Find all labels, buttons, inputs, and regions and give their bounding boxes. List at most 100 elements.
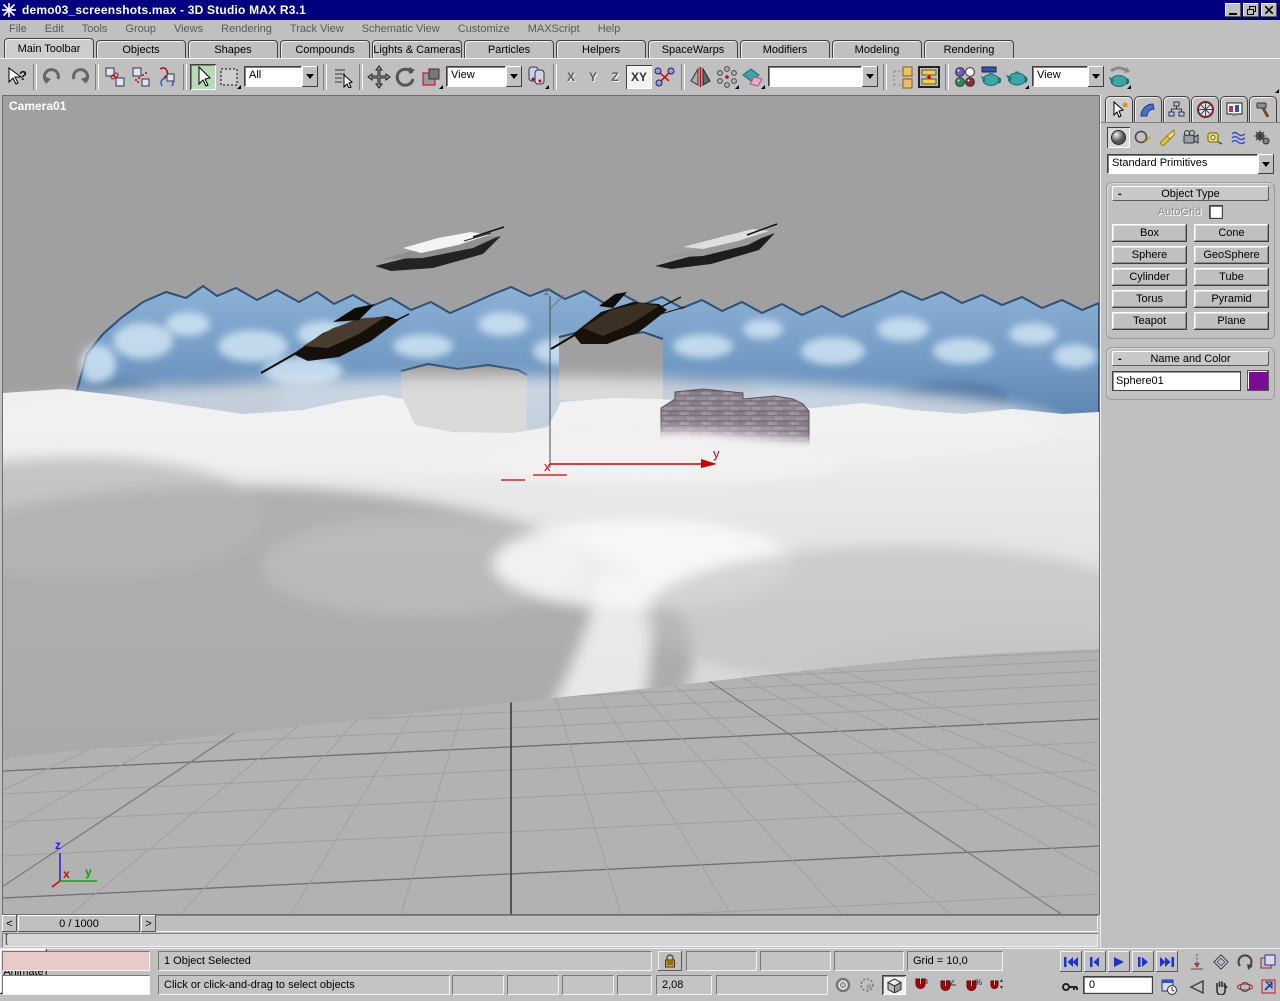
tab-compounds[interactable]: Compounds — [280, 40, 370, 58]
undo-button[interactable] — [40, 64, 66, 90]
material-editor-button[interactable] — [952, 64, 978, 90]
box-button[interactable]: Box — [1112, 224, 1187, 242]
dropdown-arrow-icon[interactable] — [506, 66, 522, 87]
track-bar[interactable]: [ — [2, 933, 1098, 947]
name-color-rollout-header[interactable]: - Name and Color — [1112, 351, 1269, 366]
render-scene-button[interactable] — [978, 64, 1004, 90]
dolly-camera-button[interactable] — [1186, 951, 1208, 972]
unlink-button[interactable] — [128, 64, 154, 90]
dropdown-arrow-icon[interactable] — [862, 66, 878, 87]
restore-button[interactable] — [1243, 3, 1259, 17]
next-frame-button[interactable] — [1132, 951, 1154, 972]
play-button[interactable] — [1108, 951, 1130, 972]
category-helpers[interactable] — [1203, 127, 1226, 148]
select-link-button[interactable] — [102, 64, 128, 90]
autogrid-checkbox[interactable] — [1209, 205, 1223, 219]
coordinate-y-field[interactable] — [760, 951, 831, 971]
object-color-swatch[interactable] — [1247, 370, 1269, 391]
region-select-button[interactable] — [216, 64, 242, 90]
tab-motion[interactable] — [1191, 96, 1219, 122]
redo-button[interactable] — [66, 64, 92, 90]
render-type-dropdown[interactable]: View — [1032, 66, 1104, 87]
tab-hierarchy[interactable] — [1163, 96, 1191, 122]
track-view-button[interactable] — [890, 64, 916, 90]
time-configuration-button[interactable] — [1158, 976, 1180, 997]
sphere-button[interactable]: Sphere — [1112, 246, 1187, 264]
mirror-button[interactable] — [688, 64, 714, 90]
maxscript-listener-pink[interactable] — [2, 951, 150, 971]
help-button[interactable]: ? — [4, 64, 30, 90]
menu-customize[interactable]: Customize — [449, 21, 519, 37]
menu-edit[interactable]: Edit — [36, 21, 73, 37]
tab-modeling[interactable]: Modeling — [832, 40, 922, 58]
min-max-toggle-button[interactable] — [1258, 976, 1278, 997]
truck-camera-button[interactable] — [1210, 976, 1232, 997]
key-mode-toggle[interactable] — [1060, 976, 1080, 997]
orbit-camera-button[interactable] — [1234, 976, 1256, 997]
schematic-view-button[interactable] — [916, 64, 942, 90]
object-type-rollout-header[interactable]: - Object Type — [1112, 186, 1269, 201]
tab-particles[interactable]: Particles — [464, 40, 554, 58]
select-manipulate-button[interactable] — [652, 64, 678, 90]
time-slider-next-button[interactable]: > — [141, 915, 156, 932]
menu-maxscript[interactable]: MAXScript — [519, 21, 589, 37]
axis-z-button[interactable]: Z — [604, 65, 626, 89]
percent-snap-toggle[interactable]: % — [962, 975, 986, 995]
category-spacewarps[interactable] — [1227, 127, 1250, 148]
menu-views[interactable]: Views — [165, 21, 212, 37]
select-object-button[interactable] — [190, 64, 216, 90]
crossing-selection-toggle[interactable] — [832, 975, 854, 995]
dropdown-arrow-icon[interactable] — [1088, 66, 1104, 87]
use-center-button[interactable] — [524, 64, 550, 90]
axis-xy-button[interactable]: XY — [626, 65, 652, 89]
tab-display[interactable] — [1220, 96, 1248, 122]
angle-snap-toggle-2[interactable] — [936, 975, 960, 995]
angle-snap-toggle[interactable]: 3 — [910, 975, 934, 995]
coordinate-z-field[interactable] — [834, 951, 904, 971]
primitives-dropdown[interactable]: Standard Primitives — [1107, 154, 1274, 174]
menu-rendering[interactable]: Rendering — [212, 21, 281, 37]
dropdown-arrow-icon[interactable] — [1258, 154, 1274, 174]
tab-shapes[interactable]: Shapes — [188, 40, 278, 58]
tab-rendering[interactable]: Rendering — [924, 40, 1014, 58]
camera-viewport[interactable]: z y x z y x Camera01 — [2, 95, 1100, 915]
category-geometry[interactable] — [1107, 127, 1130, 148]
menu-group[interactable]: Group — [116, 21, 165, 37]
object-name-field[interactable]: Sphere01 — [1112, 371, 1241, 391]
quick-render-button[interactable] — [1106, 64, 1132, 90]
teapot-button[interactable]: Teapot — [1112, 312, 1187, 330]
selection-lock-toggle[interactable] — [658, 951, 682, 971]
select-rotate-button[interactable] — [392, 64, 418, 90]
tab-spacewarps[interactable]: SpaceWarps — [648, 40, 738, 58]
axis-y-button[interactable]: Y — [582, 65, 604, 89]
menu-tools[interactable]: Tools — [73, 21, 117, 37]
array-button[interactable] — [714, 64, 740, 90]
roll-camera-button[interactable] — [1234, 951, 1256, 972]
tab-lights-cameras[interactable]: Lights & Cameras — [372, 40, 462, 58]
field-of-view-button[interactable] — [1186, 976, 1208, 997]
select-scale-button[interactable] — [418, 64, 444, 90]
menu-file[interactable]: File — [0, 21, 36, 37]
maximize-viewport-button[interactable] — [1258, 951, 1278, 972]
coord-system-dropdown[interactable]: View — [446, 66, 522, 87]
tab-utilities[interactable] — [1249, 96, 1277, 122]
tab-objects[interactable]: Objects — [96, 40, 186, 58]
tab-modifiers[interactable]: Modifiers — [740, 40, 830, 58]
tab-modify[interactable] — [1134, 96, 1162, 122]
go-to-start-button[interactable] — [1060, 951, 1082, 972]
current-frame-field[interactable]: 0 — [1083, 976, 1153, 994]
maxscript-listener-white[interactable] — [2, 975, 150, 995]
pyramid-button[interactable]: Pyramid — [1194, 290, 1269, 308]
viewport-scene[interactable]: z y x z y x Camera01 — [3, 96, 1099, 914]
close-button[interactable] — [1261, 3, 1277, 17]
title-bar[interactable]: demo03_screenshots.max - 3D Studio MAX R… — [0, 0, 1280, 20]
cylinder-button[interactable]: Cylinder — [1112, 268, 1187, 286]
category-lights[interactable] — [1155, 127, 1178, 148]
viewport-label[interactable]: Camera01 — [9, 99, 67, 113]
geosphere-button[interactable]: GeoSphere — [1194, 246, 1269, 264]
render-last-button[interactable] — [1004, 64, 1030, 90]
select-move-button[interactable] — [366, 64, 392, 90]
snap-3d-toggle[interactable] — [882, 975, 906, 995]
spinner-snap-toggle[interactable] — [988, 975, 1006, 995]
coordinate-x-field[interactable] — [686, 951, 757, 971]
